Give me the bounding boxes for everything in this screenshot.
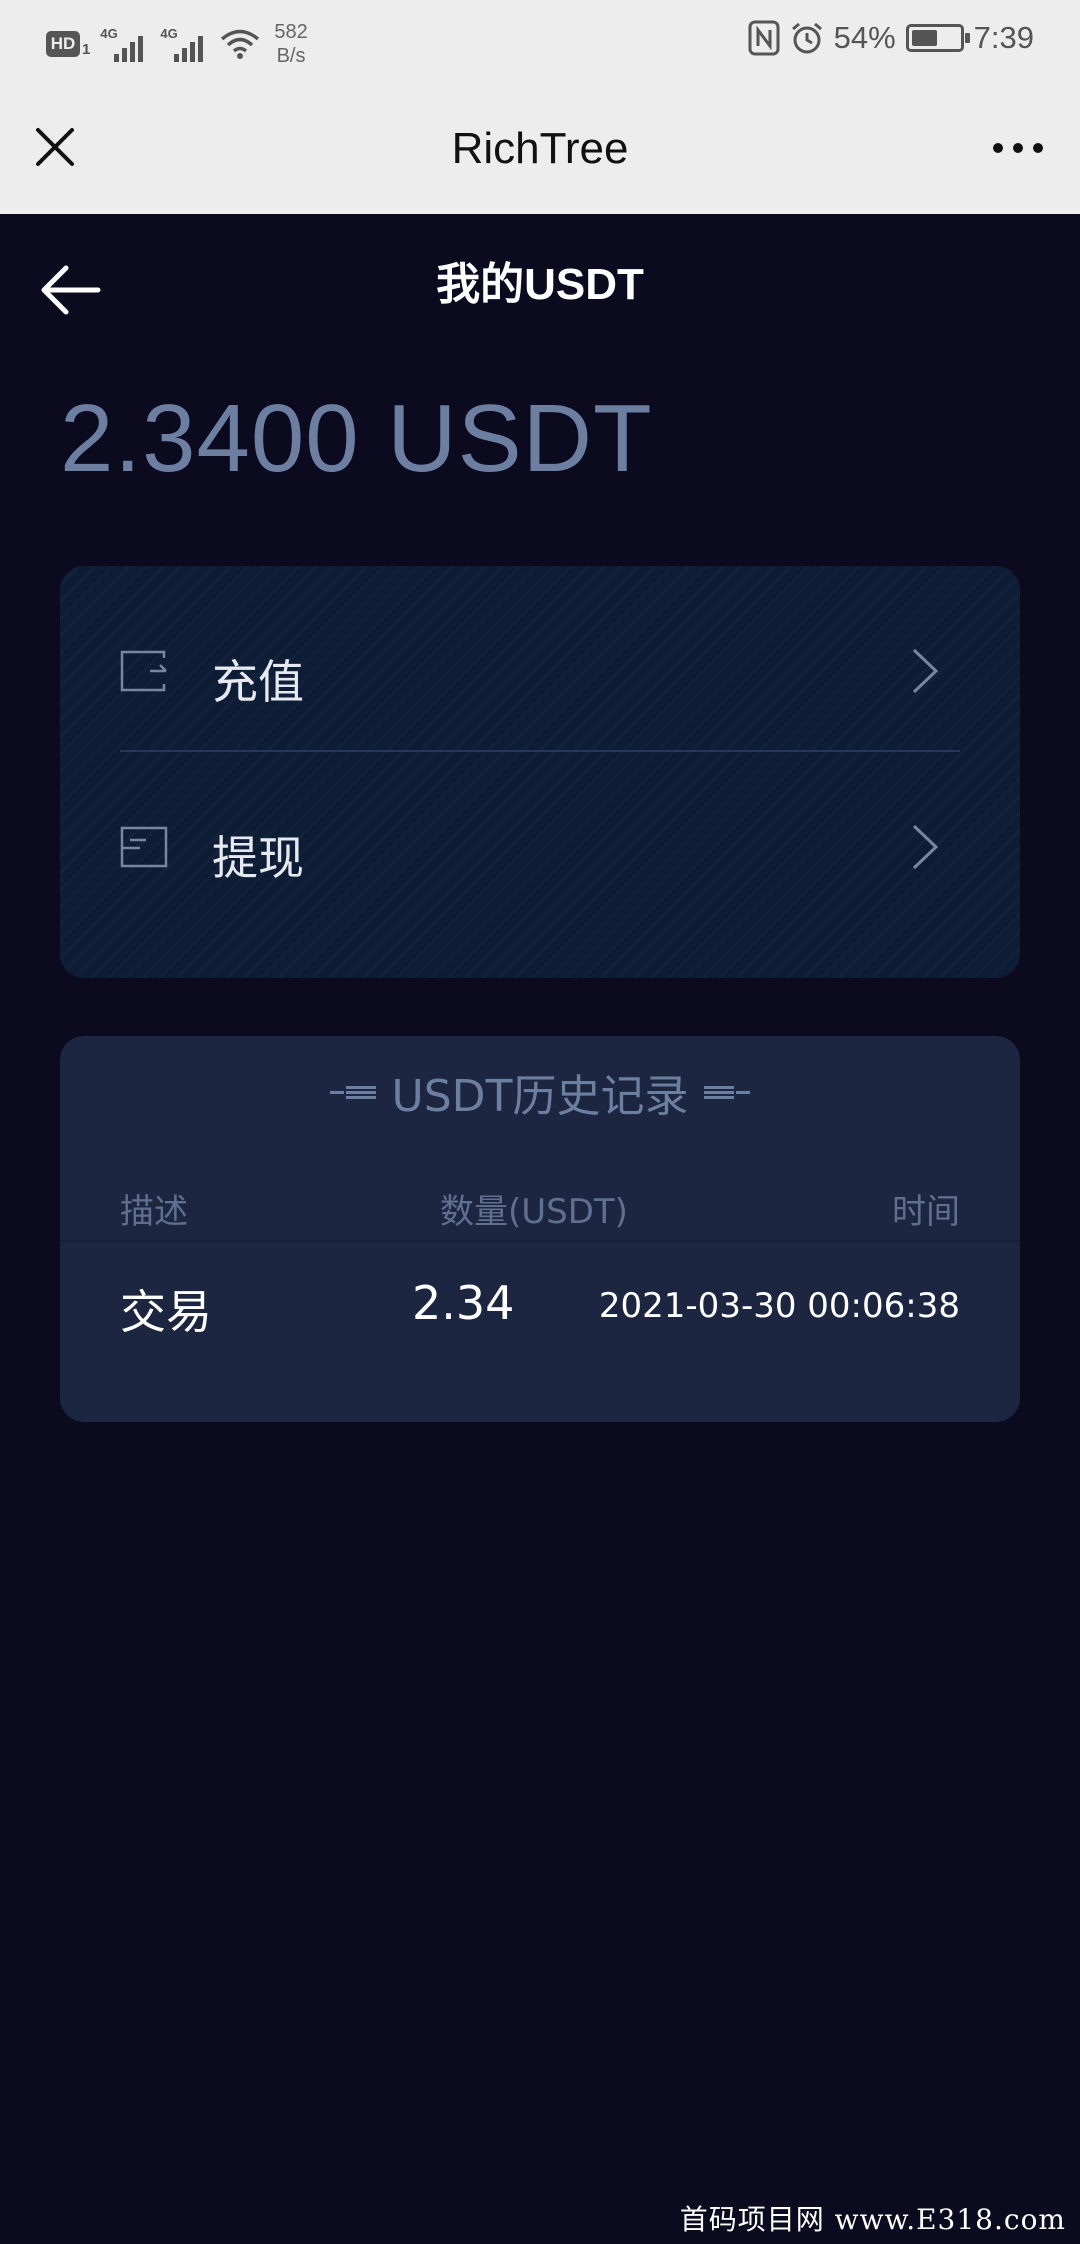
- history-title-row: USDT历史记录: [60, 1060, 1020, 1124]
- battery-fill: [911, 30, 937, 46]
- webview-navbar: RichTree: [0, 86, 1080, 214]
- status-right: 54% 7:39: [748, 20, 1034, 56]
- watermark: 首码项目网 www.E318.com: [679, 2203, 1066, 2236]
- recharge-label: 充值: [212, 655, 304, 709]
- column-header-qty: 数量(USDT): [440, 1192, 628, 1232]
- more-icon[interactable]: [986, 128, 1050, 168]
- chevron-right-icon: [912, 648, 939, 694]
- withdraw-icon: [120, 826, 168, 868]
- withdraw-row[interactable]: 提现: [120, 772, 960, 922]
- history-card: USDT历史记录 描述 数量(USDT) 时间 交易 2.34 2021-03-…: [60, 1036, 1020, 1422]
- hd-sub: 1: [82, 40, 91, 58]
- history-title: USDT历史记录: [391, 1071, 689, 1122]
- alarm-icon: [791, 22, 822, 54]
- hd-label: HD: [50, 34, 76, 53]
- row-desc: 交易: [120, 1285, 212, 1339]
- signal-icon: 4G: [100, 26, 150, 62]
- column-header-desc: 描述: [120, 1192, 188, 1232]
- action-divider: [120, 750, 960, 752]
- chevron-right-icon: [912, 824, 939, 870]
- usdt-page: 我的USDT 2.3400 USDT 充值 提现 USDT历史记录 描述 数量(…: [0, 214, 1080, 2244]
- clock: 7:39: [973, 20, 1034, 55]
- network-speed-unit: B/s: [276, 45, 306, 67]
- withdraw-label: 提现: [212, 831, 304, 885]
- row-qty: 2.34: [412, 1276, 515, 1330]
- webview-title: RichTree: [451, 124, 629, 173]
- action-card: 充值 提现: [60, 566, 1020, 978]
- battery-icon: [905, 24, 970, 52]
- wifi-icon: [221, 29, 260, 59]
- hd-icon: HD: [46, 31, 80, 57]
- column-header-time: 时间: [892, 1192, 960, 1232]
- battery-percent: 54%: [833, 20, 896, 55]
- network-speed: 582 B/s: [274, 20, 307, 68]
- table-separator: [60, 1240, 1020, 1242]
- recharge-icon: [120, 650, 167, 692]
- status-bar: HD 1 4G 4G 582 B/s 54% 7:39: [0, 0, 1080, 86]
- network-speed-value: 582: [274, 21, 308, 43]
- status-left: HD 1 4G 4G 582 B/s: [46, 20, 308, 68]
- signal-icon: 4G: [160, 26, 210, 62]
- row-time: 2021-03-30 00:06:38: [598, 1286, 960, 1326]
- nfc-icon: [748, 20, 780, 56]
- title-decoration-left: [329, 1085, 378, 1099]
- recharge-row[interactable]: 充值: [120, 596, 960, 746]
- usdt-balance: 2.3400 USDT: [60, 385, 653, 492]
- page-title: 我的USDT: [436, 260, 644, 309]
- title-decoration-right: [702, 1085, 751, 1099]
